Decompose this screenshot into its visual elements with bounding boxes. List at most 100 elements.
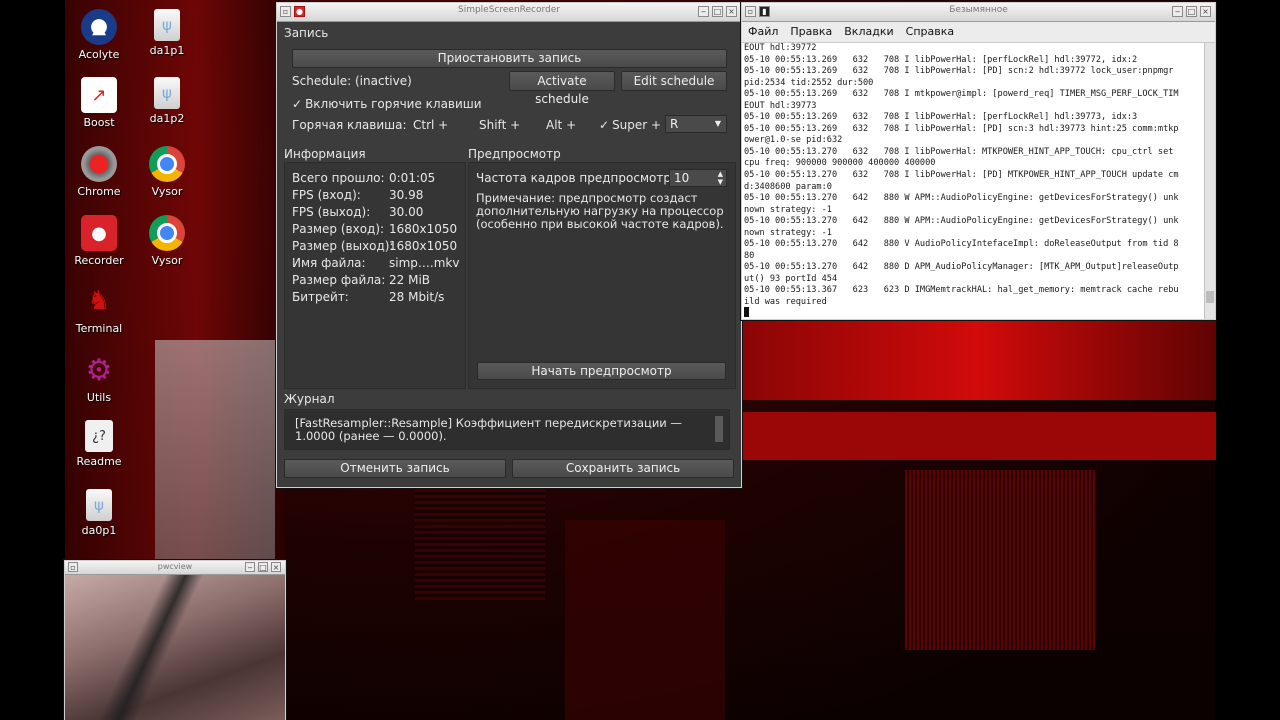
chrome-icon [149, 146, 185, 182]
hotkey-key-select[interactable]: R ▼ [665, 115, 727, 133]
close-icon[interactable]: × [1200, 6, 1211, 17]
section-record-title: Запись [284, 26, 329, 40]
ssr-window: ▫ ● SimpleScreenRecorder ‒ □ × Запись Пр… [276, 2, 742, 488]
terminal-scrollbar[interactable] [1204, 43, 1215, 319]
desktop-icon-readme[interactable]: ¿? Readme [65, 415, 133, 479]
terminal-titlebar[interactable]: ▫ ▮ Безымянное ‒ □ × [742, 3, 1215, 22]
log-text: [FastResampler::Resample] Коэффициент пе… [295, 416, 682, 443]
info-value: 1680x1050 [389, 222, 458, 236]
schedule-label: Schedule: (inactive) [292, 74, 412, 88]
desktop-icon-label: Acolyte [78, 48, 120, 61]
preview-panel: Частота кадров предпросмотра: 10 ▲ ▼ Прим… [468, 162, 736, 389]
minimize-icon[interactable]: ‒ [698, 6, 709, 17]
preview-note: Примечание: предпросмотр создаст дополни… [476, 191, 724, 231]
desktop-icon-label: Recorder [74, 254, 124, 267]
preview-fps-value: 10 [674, 171, 690, 185]
cancel-recording-button[interactable]: Отменить запись [284, 459, 506, 478]
maximize-icon[interactable]: □ [712, 6, 723, 17]
desktop-icon-da0p1[interactable]: ψ da0p1 [65, 484, 133, 548]
ctrl-checkbox[interactable]: Ctrl + [413, 118, 448, 132]
hotkey-key-value: R [670, 117, 679, 131]
desktop-icon-boost[interactable]: ↗ Boost [65, 72, 133, 136]
desktop-icon-label: Readme [76, 455, 122, 468]
info-panel: Всего прошло: 0:01:05 FPS (вход): 30.98 … [284, 162, 466, 389]
preview-fps-spinbox[interactable]: 10 ▲ ▼ [669, 169, 727, 187]
minimize-icon[interactable]: ‒ [1172, 6, 1183, 17]
desktop-icon-label: da1p1 [149, 44, 185, 57]
desktop-icon-label: Terminal [75, 322, 123, 335]
hotkeys-enable-checkbox[interactable]: ✓ Включить горячие клавиши [292, 97, 482, 111]
preview-title: Предпросмотр [468, 147, 561, 161]
shift-checkbox[interactable]: Shift + [479, 118, 520, 132]
menu-help[interactable]: Справка [900, 22, 960, 38]
desktop-icon-recorder[interactable]: ● Recorder [65, 210, 133, 274]
save-recording-button[interactable]: Сохранить запись [512, 459, 734, 478]
desktop-icon-label: Vysor [151, 185, 183, 198]
desktop-icon-da1p2[interactable]: ψ da1p2 [133, 72, 201, 136]
activate-schedule-button[interactable]: Activate schedule [509, 71, 615, 106]
window-title: SimpleScreenRecorder [457, 5, 560, 15]
recorder-icon: ● [81, 215, 117, 251]
readme-icon: ¿? [85, 420, 113, 452]
log-title: Журнал [284, 392, 335, 406]
desktop-icon-terminal[interactable]: ♞ Terminal [65, 278, 133, 342]
desktop-icon-label: Boost [83, 116, 115, 129]
info-key: Имя файла: [292, 256, 366, 270]
info-value: simp….mkv [389, 256, 460, 270]
menu-file[interactable]: Файл [742, 22, 784, 38]
maximize-icon[interactable]: □ [1186, 6, 1197, 17]
preview-fps-label: Частота кадров предпросмотра: [476, 171, 683, 185]
checkmark-icon: ✓ [292, 97, 303, 111]
ssr-body: Запись Приостановить запись Schedule: (i… [277, 22, 741, 487]
desktop-icon-vysor-2[interactable]: Vysor [133, 210, 201, 274]
log-scrollbar[interactable] [715, 416, 723, 442]
edit-schedule-button[interactable]: Edit schedule [621, 71, 727, 91]
usb-drive-icon: ψ [154, 77, 180, 109]
terminal-output[interactable]: EOUT hdl:39772 05-10 00:55:13.269 632 70… [742, 43, 1205, 319]
chrome-icon [149, 215, 185, 251]
desktop-icons: ▲ Acolyte ψ da1p1 ↗ Boost ψ da1p2 Chrome… [65, 0, 200, 560]
desktop: ▲ Acolyte ψ da1p1 ↗ Boost ψ da1p2 Chrome… [0, 0, 1280, 720]
chevron-down-icon: ▼ [714, 119, 721, 128]
hotkeys-enable-label: Включить горячие клавиши [305, 97, 482, 111]
super-label: Super + [612, 118, 662, 132]
desktop-icon-chrome[interactable]: Chrome [65, 141, 133, 205]
info-key: FPS (вход): [292, 188, 361, 202]
info-value: 1680x1050 [389, 239, 458, 253]
start-preview-button[interactable]: Начать предпросмотр [477, 362, 726, 380]
desktop-icon-label: da1p2 [149, 112, 185, 125]
log-box[interactable]: [FastResampler::Resample] Коэффициент пе… [284, 409, 730, 450]
ssr-titlebar[interactable]: ▫ ● SimpleScreenRecorder ‒ □ × [277, 3, 741, 22]
info-key: Размер (выход): [292, 239, 394, 253]
usb-drive-icon: ψ [86, 489, 112, 521]
desktop-icon-label: da0p1 [81, 524, 117, 537]
info-value: 30.98 [389, 188, 424, 202]
pwcview-window: ▫ pwcview ‒ □ × [64, 560, 286, 720]
info-key: Битрейт: [292, 290, 349, 304]
menu-tabs[interactable]: Вкладки [838, 22, 899, 38]
desktop-icon-vysor[interactable]: Vysor [133, 141, 201, 205]
usb-drive-icon: ψ [154, 9, 180, 41]
terminal-cursor [744, 307, 749, 317]
close-icon[interactable]: × [726, 6, 737, 17]
scrollbar-thumb[interactable] [1206, 291, 1214, 303]
close-icon[interactable]: × [271, 562, 281, 572]
pwcview-titlebar[interactable]: ▫ pwcview ‒ □ × [65, 561, 285, 575]
terminal-menubar: Файл Правка Вкладки Справка [742, 22, 1215, 43]
desktop-icon-utils[interactable]: ⚙ Utils [65, 347, 133, 411]
terminal-window: ▫ ▮ Безымянное ‒ □ × Файл Правка Вкладки Сп… [741, 2, 1216, 320]
terminal-devil-icon: ♞ [87, 286, 111, 316]
desktop-icon-label: Utils [86, 391, 112, 404]
pause-recording-button[interactable]: Приостановить запись [292, 49, 727, 68]
alt-checkbox[interactable]: Alt + [546, 118, 576, 132]
super-checkbox[interactable]: ✓ Super + [599, 118, 661, 132]
menu-edit[interactable]: Правка [784, 22, 838, 38]
minimize-icon[interactable]: ‒ [245, 562, 255, 572]
desktop-icon-acolyte[interactable]: ▲ Acolyte [65, 4, 133, 68]
maximize-icon[interactable]: □ [258, 562, 268, 572]
acolyte-icon: ▲ [81, 9, 117, 45]
spin-arrows-icon[interactable]: ▲ ▼ [718, 170, 723, 186]
desktop-icon-da1p1[interactable]: ψ da1p1 [133, 4, 201, 68]
boost-icon: ↗ [81, 77, 117, 113]
info-value: 28 Mbit/s [389, 290, 445, 304]
